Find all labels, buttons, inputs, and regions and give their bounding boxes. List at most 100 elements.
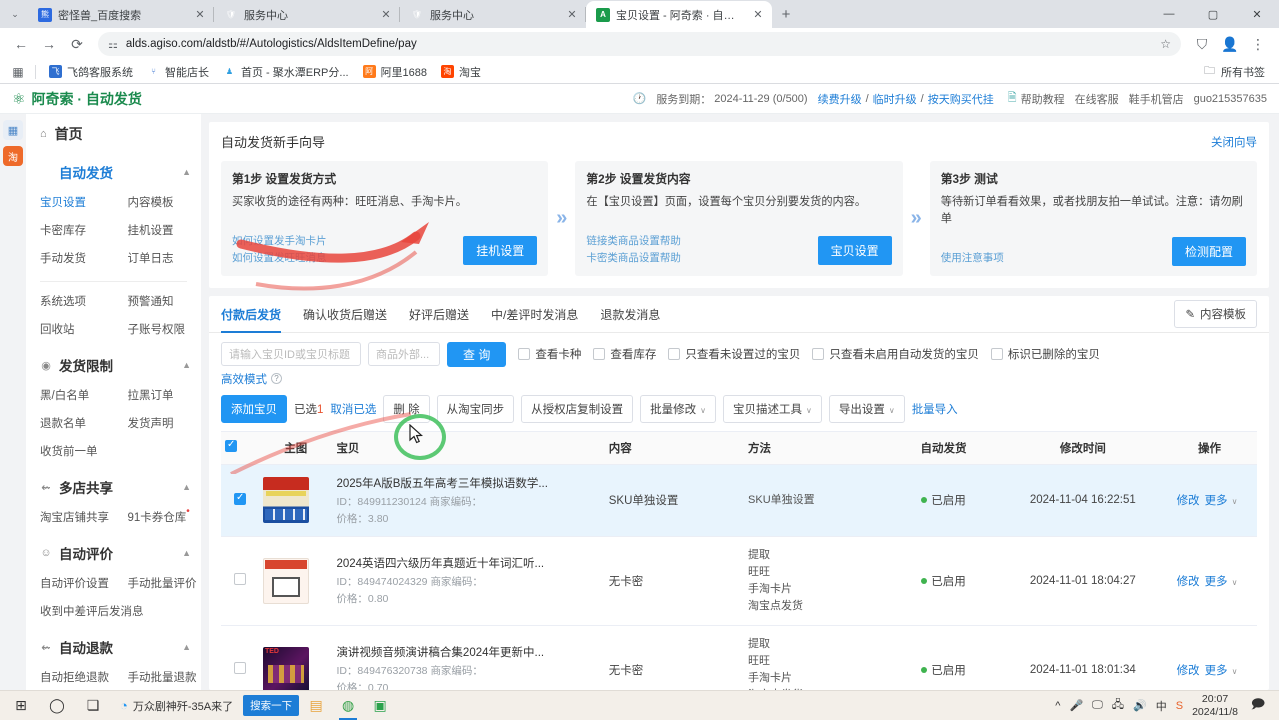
screen-share-icon[interactable]: 🖵 bbox=[1092, 699, 1103, 712]
online-service-link[interactable]: 在线客服 bbox=[1075, 91, 1119, 107]
sidebar-group-header[interactable]: ⇜ 多店共享 ▲ bbox=[26, 471, 201, 503]
item-title[interactable]: 2024英语四六级历年真题近十年词汇听... bbox=[336, 555, 600, 571]
extensions-icon[interactable]: ⛉ bbox=[1189, 31, 1215, 57]
chrome-icon[interactable]: ◍ bbox=[333, 692, 363, 720]
notification-center-icon[interactable]: 🗩 bbox=[1247, 695, 1269, 717]
add-item-button[interactable]: 添加宝贝 bbox=[221, 395, 287, 423]
sidebar-group-header[interactable]: ⇜ 自动退款 ▲ bbox=[26, 631, 201, 663]
bookmark-item[interactable]: ⑂ 智能店长 bbox=[141, 62, 215, 82]
sidebar-item-home[interactable]: ⌂ 首页 bbox=[26, 114, 201, 154]
checkbox-icon[interactable] bbox=[518, 348, 530, 360]
start-button-icon[interactable]: ⊞ bbox=[4, 692, 38, 720]
sidebar-item-manual-batch-refund[interactable]: 手动批量退款 bbox=[114, 663, 202, 690]
sidebar-item-recycle-bin[interactable]: 回收站 bbox=[26, 315, 114, 343]
check-config-button[interactable]: 检测配置 bbox=[1172, 237, 1246, 266]
row-checkbox-cell[interactable] bbox=[221, 536, 259, 625]
minimize-button[interactable]: — bbox=[1147, 0, 1191, 28]
bookmark-item[interactable]: 淘 淘宝 bbox=[435, 62, 487, 82]
back-icon[interactable]: ← bbox=[8, 31, 34, 57]
bookmark-item[interactable]: 阿 阿里1688 bbox=[357, 62, 433, 82]
tab-bad-review-message[interactable]: 中/差评时发消息 bbox=[491, 296, 578, 332]
tab-refund-message[interactable]: 退款发消息 bbox=[600, 296, 660, 332]
sidebar-item-alert-notify[interactable]: 预警通知 bbox=[114, 287, 202, 315]
browser-tab-4[interactable]: A 宝贝设置 - 阿奇索 · 自动发货 ✕ bbox=[586, 1, 772, 28]
maximize-button[interactable]: ▢ bbox=[1191, 0, 1235, 28]
browser-menu-icon[interactable]: ⋮ bbox=[1245, 31, 1271, 57]
new-tab-button[interactable]: + bbox=[772, 1, 800, 27]
more-link[interactable]: 更多∨ bbox=[1205, 495, 1238, 507]
close-icon[interactable]: ✕ bbox=[193, 8, 207, 22]
browser-tab-2[interactable]: 🛡 服务中心 ✕ bbox=[214, 1, 400, 28]
search-item-input[interactable]: 请输入宝贝ID或宝贝标题 bbox=[221, 342, 361, 366]
bookmark-star-icon[interactable]: ☆ bbox=[1160, 37, 1171, 51]
tab-after-receipt-gift[interactable]: 确认收货后赠送 bbox=[303, 296, 387, 332]
row-checkbox-cell[interactable] bbox=[221, 464, 259, 536]
microphone-icon[interactable]: 🎤 bbox=[1069, 699, 1083, 712]
batch-edit-button[interactable]: 批量修改∨ bbox=[640, 395, 716, 423]
sidebar-item-manual-batch-review[interactable]: 手动批量评价 bbox=[114, 569, 202, 597]
browser-tab-1[interactable]: 熊 密怪兽_百度搜索 ✕ bbox=[28, 1, 214, 28]
outer-id-input[interactable]: 商品外部... bbox=[368, 342, 440, 366]
edit-link[interactable]: 修改 bbox=[1177, 576, 1200, 588]
step-link[interactable]: 卡密类商品设置帮助 bbox=[586, 251, 681, 266]
task-view-icon[interactable]: ❏ bbox=[76, 692, 110, 720]
checkbox-icon[interactable] bbox=[225, 440, 237, 452]
sidebar-item-manual-delivery[interactable]: 手动发货 bbox=[26, 244, 114, 272]
checkbox-mark-deleted-items[interactable]: 标识已删除的宝贝 bbox=[991, 346, 1100, 362]
high-efficiency-mode-link[interactable]: 高效模式 ? bbox=[209, 367, 1269, 395]
sidebar-item-content-template[interactable]: 内容模板 bbox=[114, 188, 202, 216]
table-row[interactable]: 2024英语四六级历年真题近十年词汇听... ID：849474024329 商… bbox=[221, 536, 1257, 625]
tab-after-good-review-gift[interactable]: 好评后赠送 bbox=[409, 296, 469, 332]
tray-expand-icon[interactable]: ^ bbox=[1055, 700, 1060, 712]
checkbox-icon[interactable] bbox=[991, 348, 1003, 360]
content-template-button[interactable]: ✎ 内容模板 bbox=[1174, 300, 1257, 328]
all-bookmarks-button[interactable]: 🗀 所有书签 bbox=[1197, 62, 1271, 82]
batch-import-link[interactable]: 批量导入 bbox=[912, 401, 958, 417]
checkbox-icon[interactable] bbox=[234, 573, 246, 585]
item-desc-tool-button[interactable]: 宝贝描述工具∨ bbox=[723, 395, 822, 423]
file-explorer-icon[interactable]: ▤ bbox=[301, 692, 331, 720]
sidebar-group-header[interactable]: ☺ 自动评价 ▲ bbox=[26, 537, 201, 569]
temp-upgrade-link[interactable]: 临时升级 bbox=[873, 91, 917, 107]
sidebar-item-bad-review-message[interactable]: 收到中差评后发消息 bbox=[26, 597, 201, 625]
renew-upgrade-link[interactable]: 续费升级 bbox=[818, 91, 862, 107]
sidebar-item-taobao-shop-share[interactable]: 淘宝店铺共享 bbox=[26, 503, 114, 531]
close-icon[interactable]: ✕ bbox=[379, 8, 393, 22]
grid-icon[interactable]: ▦ bbox=[3, 120, 23, 140]
taobao-icon[interactable]: 淘 bbox=[3, 146, 23, 166]
help-tutorial-link[interactable]: 帮助教程 bbox=[1021, 91, 1065, 107]
site-settings-icon[interactable]: ⚏ bbox=[108, 38, 118, 51]
sidebar-item-delivery-statement[interactable]: 发货声明 bbox=[114, 409, 202, 437]
close-guide-link[interactable]: 关闭向导 bbox=[1211, 134, 1257, 150]
select-all-header[interactable] bbox=[221, 431, 259, 464]
sidebar-item-91-coupon-warehouse[interactable]: 91卡券仓库• bbox=[114, 503, 202, 531]
checkbox-only-disabled-auto[interactable]: 只查看未启用自动发货的宝贝 bbox=[812, 346, 979, 362]
checkbox-icon[interactable] bbox=[812, 348, 824, 360]
more-link[interactable]: 更多∨ bbox=[1205, 665, 1238, 677]
sidebar-item-item-settings[interactable]: 宝贝设置 bbox=[26, 188, 114, 216]
close-window-button[interactable]: ✕ bbox=[1235, 0, 1279, 28]
forward-icon[interactable]: → bbox=[36, 31, 62, 57]
reload-icon[interactable]: ⟳ bbox=[64, 31, 90, 57]
address-bar[interactable]: ⚏ alds.agiso.com/aldstb/#/Autologistics/… bbox=[98, 32, 1181, 56]
ime-icon[interactable]: 中 bbox=[1156, 698, 1167, 714]
item-title[interactable]: 2025年A版B版五年高考三年模拟语数学... bbox=[336, 475, 600, 491]
help-icon[interactable]: ? bbox=[271, 373, 282, 384]
sidebar-item-subaccount-perms[interactable]: 子账号权限 bbox=[114, 315, 202, 343]
table-row[interactable]: 演讲视频音频演讲稿合集2024年更新中... ID：849476320738 商… bbox=[221, 625, 1257, 690]
sidebar-item-auto-reject-refund[interactable]: 自动拒绝退款 bbox=[26, 663, 114, 690]
checkbox-icon[interactable] bbox=[234, 493, 246, 505]
step-link[interactable]: 使用注意事项 bbox=[941, 251, 1004, 266]
hangup-settings-button[interactable]: 挂机设置 bbox=[463, 236, 537, 265]
daily-purchase-link[interactable]: 按天购买代挂 bbox=[928, 91, 994, 107]
apps-grid-icon[interactable]: ▦ bbox=[8, 63, 28, 81]
mobile-shop-link[interactable]: 鞋手机管店 bbox=[1129, 91, 1184, 107]
bookmark-item[interactable]: 飞 飞鸽客服系统 bbox=[43, 62, 139, 82]
row-checkbox-cell[interactable] bbox=[221, 625, 259, 690]
sidebar-item-auto-review-settings[interactable]: 自动评价设置 bbox=[26, 569, 114, 597]
sidebar-item-blacklist-order[interactable]: 拉黑订单 bbox=[114, 381, 202, 409]
checkbox-icon[interactable] bbox=[593, 348, 605, 360]
sidebar-item-order-log[interactable]: 订单日志 bbox=[114, 244, 202, 272]
table-row[interactable]: 2025年A版B版五年高考三年模拟语数学... ID：849911230124 … bbox=[221, 464, 1257, 536]
edit-link[interactable]: 修改 bbox=[1177, 495, 1200, 507]
